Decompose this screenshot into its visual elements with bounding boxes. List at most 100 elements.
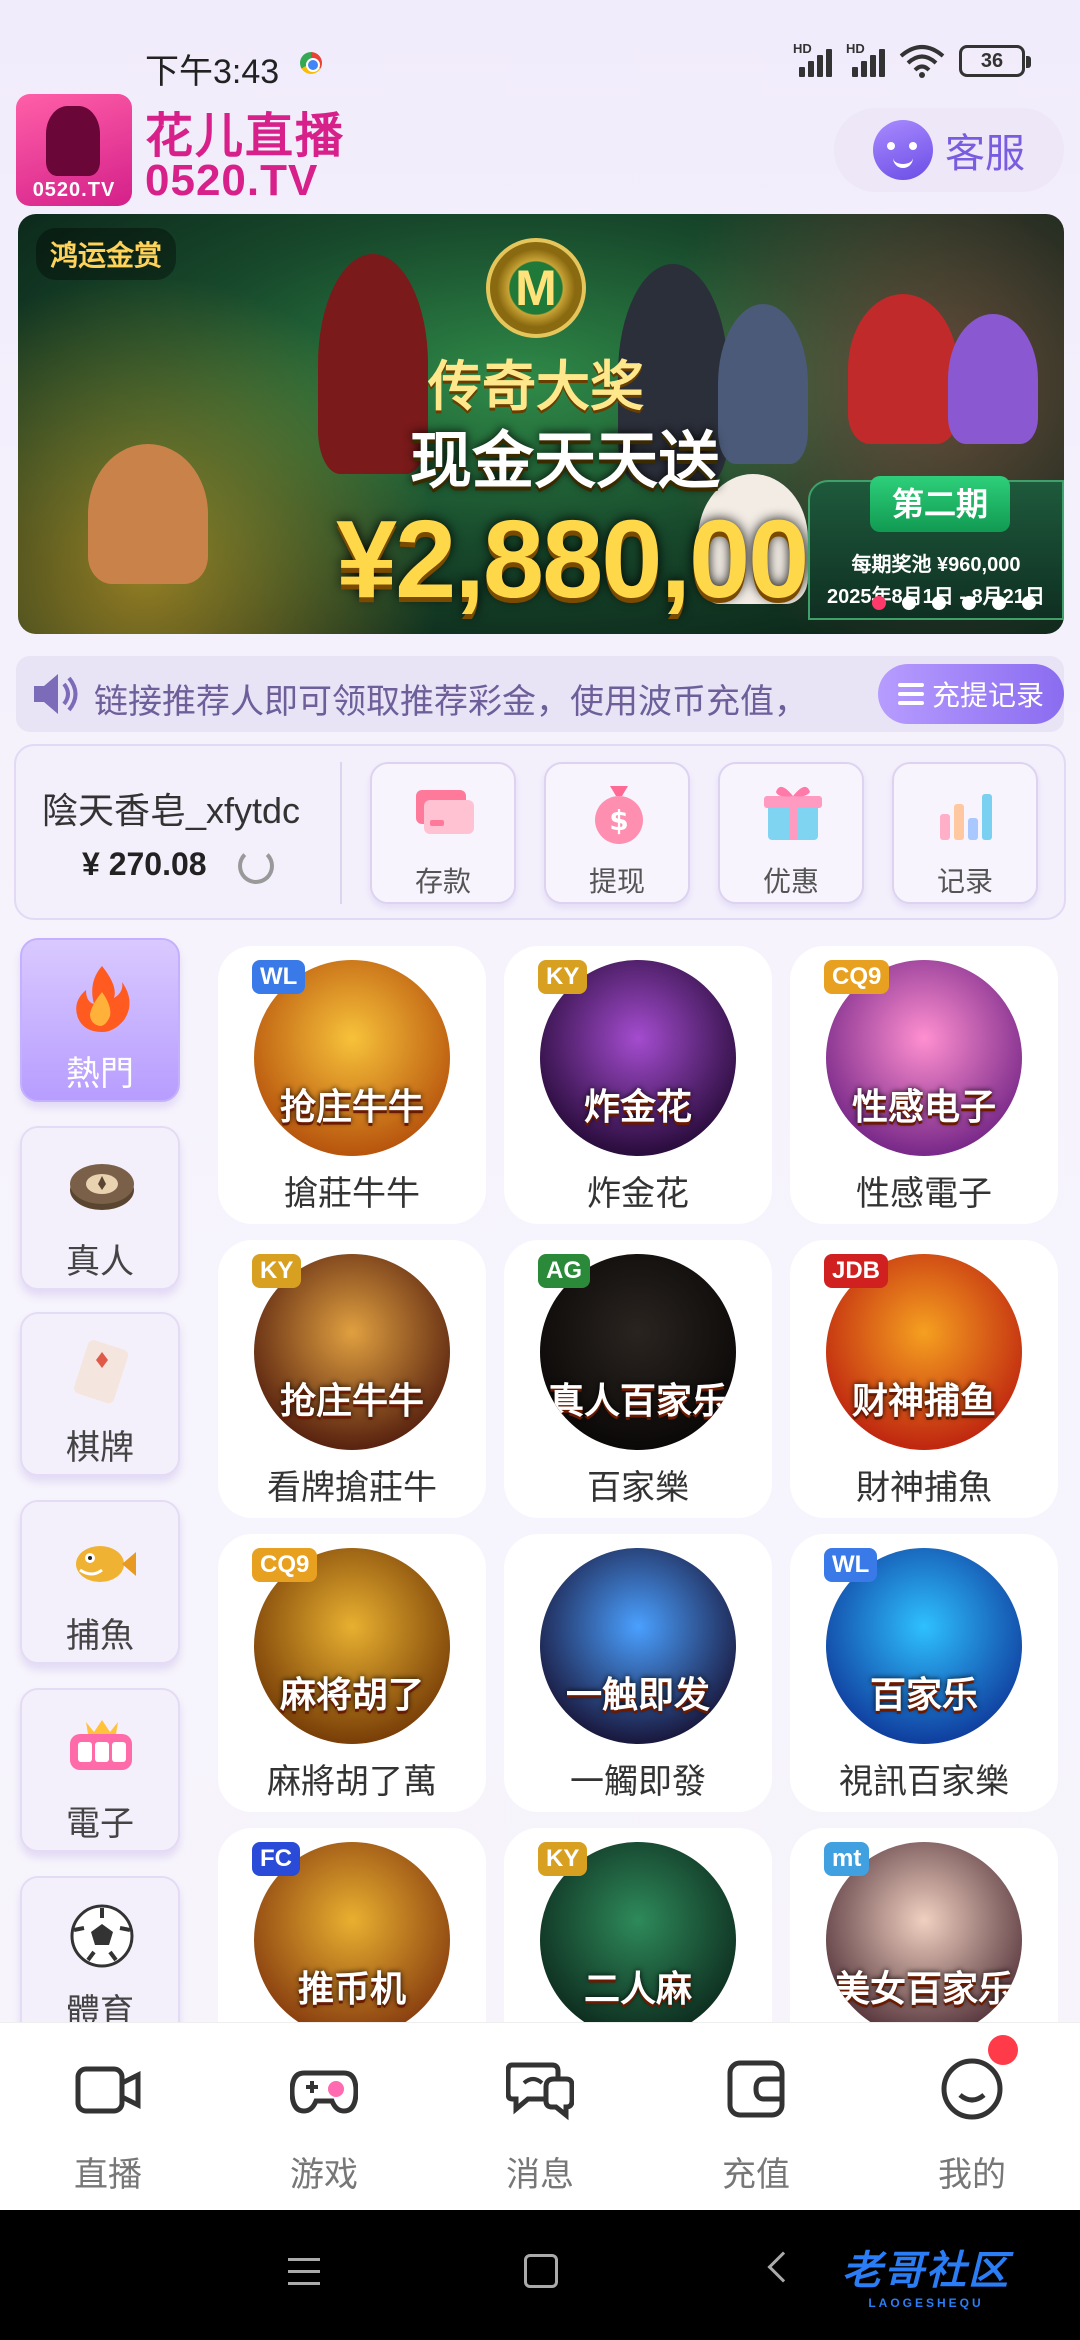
- game-card[interactable]: 真人百家乐 AG 百家樂: [504, 1240, 772, 1518]
- category-slots[interactable]: 電子: [20, 1688, 180, 1852]
- gamepad-icon: [290, 2070, 358, 2114]
- nav-label: 消息: [506, 2156, 574, 2194]
- game-art-text: 炸金花: [583, 1086, 692, 1127]
- game-art-text: 美女百家乐: [833, 1968, 1014, 2009]
- promotion-button[interactable]: 优惠: [718, 762, 864, 904]
- deposit-label: 存款: [414, 866, 471, 897]
- provider-badge: CQ9: [824, 960, 890, 994]
- game-art-text: 一触即发: [565, 1674, 710, 1715]
- notification-badge: [988, 2035, 1018, 2065]
- promotion-label: 优惠: [762, 866, 819, 897]
- chip-icon: [70, 1164, 134, 1210]
- record-label: 充提记录: [931, 680, 1044, 711]
- nav-live[interactable]: 直播: [0, 2023, 216, 2211]
- category-label: 捕魚: [66, 1617, 134, 1655]
- provider-badge: FC: [252, 1842, 300, 1876]
- wallet-icon: [727, 2060, 785, 2118]
- gift-icon: [764, 786, 822, 840]
- app-url: 0520.TV: [145, 156, 319, 205]
- nav-recharge[interactable]: 充值: [648, 2023, 864, 2211]
- nav-label: 直播: [74, 2156, 142, 2194]
- category-live[interactable]: 真人: [20, 1126, 180, 1290]
- game-card[interactable]: 麻将胡了 CQ9 麻將胡了萬: [218, 1534, 486, 1812]
- back-icon[interactable]: [767, 2251, 799, 2283]
- home-icon[interactable]: [524, 2254, 558, 2288]
- svg-text:$: $: [609, 804, 628, 837]
- game-card[interactable]: 炸金花 KY 炸金花: [504, 946, 772, 1224]
- customer-service-button[interactable]: 客服: [834, 108, 1064, 192]
- game-art-text: 财神捕鱼: [851, 1380, 996, 1421]
- signal-icon: HD: [846, 41, 885, 77]
- category-hot[interactable]: 熱門: [20, 938, 180, 1102]
- chat-icon: [506, 2062, 574, 2121]
- category-cards[interactable]: 棋牌: [20, 1312, 180, 1476]
- period-tag: 第二期: [870, 476, 1010, 532]
- provider-badge: KY: [538, 960, 588, 994]
- game-art-text: 二人麻: [583, 1968, 692, 2009]
- banner-dot[interactable]: [992, 596, 1006, 610]
- banner-dot[interactable]: [1022, 596, 1036, 610]
- game-card[interactable]: 百家乐 WL 視訊百家樂: [790, 1534, 1058, 1812]
- withdraw-label: 提现: [588, 866, 645, 897]
- withdraw-button[interactable]: $ 提现: [544, 762, 690, 904]
- bottom-nav: 直播 游戏 消息 充值 我的: [0, 2022, 1080, 2210]
- game-label: 性感電子: [856, 1175, 992, 1213]
- game-label: 視訊百家樂: [839, 1763, 1009, 1801]
- watermark-sub: LAOGESHEQU: [868, 2296, 984, 2310]
- game-label: 看牌搶莊牛: [267, 1469, 437, 1507]
- nav-profile[interactable]: 我的: [864, 2023, 1080, 2211]
- watermark-text: 老哥社区: [842, 2249, 1010, 2293]
- promo-banner[interactable]: 鸿运金赏 M 传奇大奖 现金天天送 ¥2,880,000 第二期 每期奖池 ¥9…: [18, 214, 1064, 634]
- banner-dot[interactable]: [932, 596, 946, 610]
- banner-emblem: M: [486, 238, 586, 338]
- card-icon: [416, 790, 474, 834]
- banner-amount: ¥2,880,000: [336, 498, 869, 621]
- app-logo: 0520.TV: [16, 94, 132, 206]
- game-card[interactable]: 财神捕鱼 JDB 財神捕魚: [790, 1240, 1058, 1518]
- game-art-text: 百家乐: [869, 1674, 978, 1715]
- category-label: 棋牌: [66, 1429, 134, 1467]
- records-button[interactable]: 记录: [892, 762, 1038, 904]
- network-label: HD: [793, 41, 812, 56]
- balance: ¥ 270.08: [82, 846, 207, 882]
- banner-pagination[interactable]: [872, 596, 1036, 610]
- game-label: 百家樂: [587, 1469, 689, 1507]
- chrome-icon: [300, 52, 322, 74]
- soccer-ball-icon: [70, 1904, 134, 1968]
- game-card[interactable]: 抢庄牛牛 WL 搶莊牛牛: [218, 946, 486, 1224]
- nav-messages[interactable]: 消息: [432, 2023, 648, 2211]
- game-art-text: 推币机: [297, 1968, 406, 2009]
- game-art-text: 麻将胡了: [279, 1674, 424, 1715]
- money-bag-icon: $: [595, 786, 643, 844]
- banner-dot[interactable]: [902, 596, 916, 610]
- game-label: 財神捕魚: [856, 1469, 992, 1507]
- nav-label: 游戏: [290, 2156, 358, 2194]
- category-fishing[interactable]: 捕魚: [20, 1500, 180, 1664]
- slot-machine-icon: [70, 1720, 132, 1770]
- menu-icon[interactable]: [288, 2258, 320, 2286]
- banner-dot[interactable]: [962, 596, 976, 610]
- status-bar: 下午3:43 HD HD 36: [0, 0, 1080, 92]
- deposit-button[interactable]: 存款: [370, 762, 516, 904]
- category-sports[interactable]: 體育: [20, 1876, 180, 2040]
- game-art-text: 性感电子: [851, 1086, 996, 1127]
- provider-badge: WL: [824, 1548, 878, 1582]
- refresh-icon[interactable]: [238, 848, 274, 884]
- game-label: 炸金花: [587, 1175, 689, 1213]
- provider-badge: JDB: [824, 1254, 889, 1288]
- game-label: 搶莊牛牛: [284, 1175, 420, 1213]
- game-card[interactable]: 性感电子 CQ9 性感電子: [790, 946, 1058, 1224]
- banner-dot[interactable]: [872, 596, 886, 610]
- game-card[interactable]: 抢庄牛牛 KY 看牌搶莊牛: [218, 1240, 486, 1518]
- status-icons: HD HD 36: [793, 41, 1031, 78]
- category-label: 熱門: [66, 1055, 134, 1093]
- provider-badge: KY: [538, 1842, 588, 1876]
- nav-games[interactable]: 游戏: [216, 2023, 432, 2211]
- deposit-withdraw-record-button[interactable]: 充提记录: [878, 664, 1064, 724]
- signal-icon: HD: [793, 41, 832, 77]
- provider-badge: mt: [824, 1842, 870, 1876]
- notice-text: 链接推荐人即可领取推荐彩金，使用波币充值，: [94, 683, 808, 721]
- nav-label: 我的: [938, 2156, 1006, 2194]
- speaker-icon: [34, 674, 78, 714]
- game-card[interactable]: 一触即发 一觸即發: [504, 1534, 772, 1812]
